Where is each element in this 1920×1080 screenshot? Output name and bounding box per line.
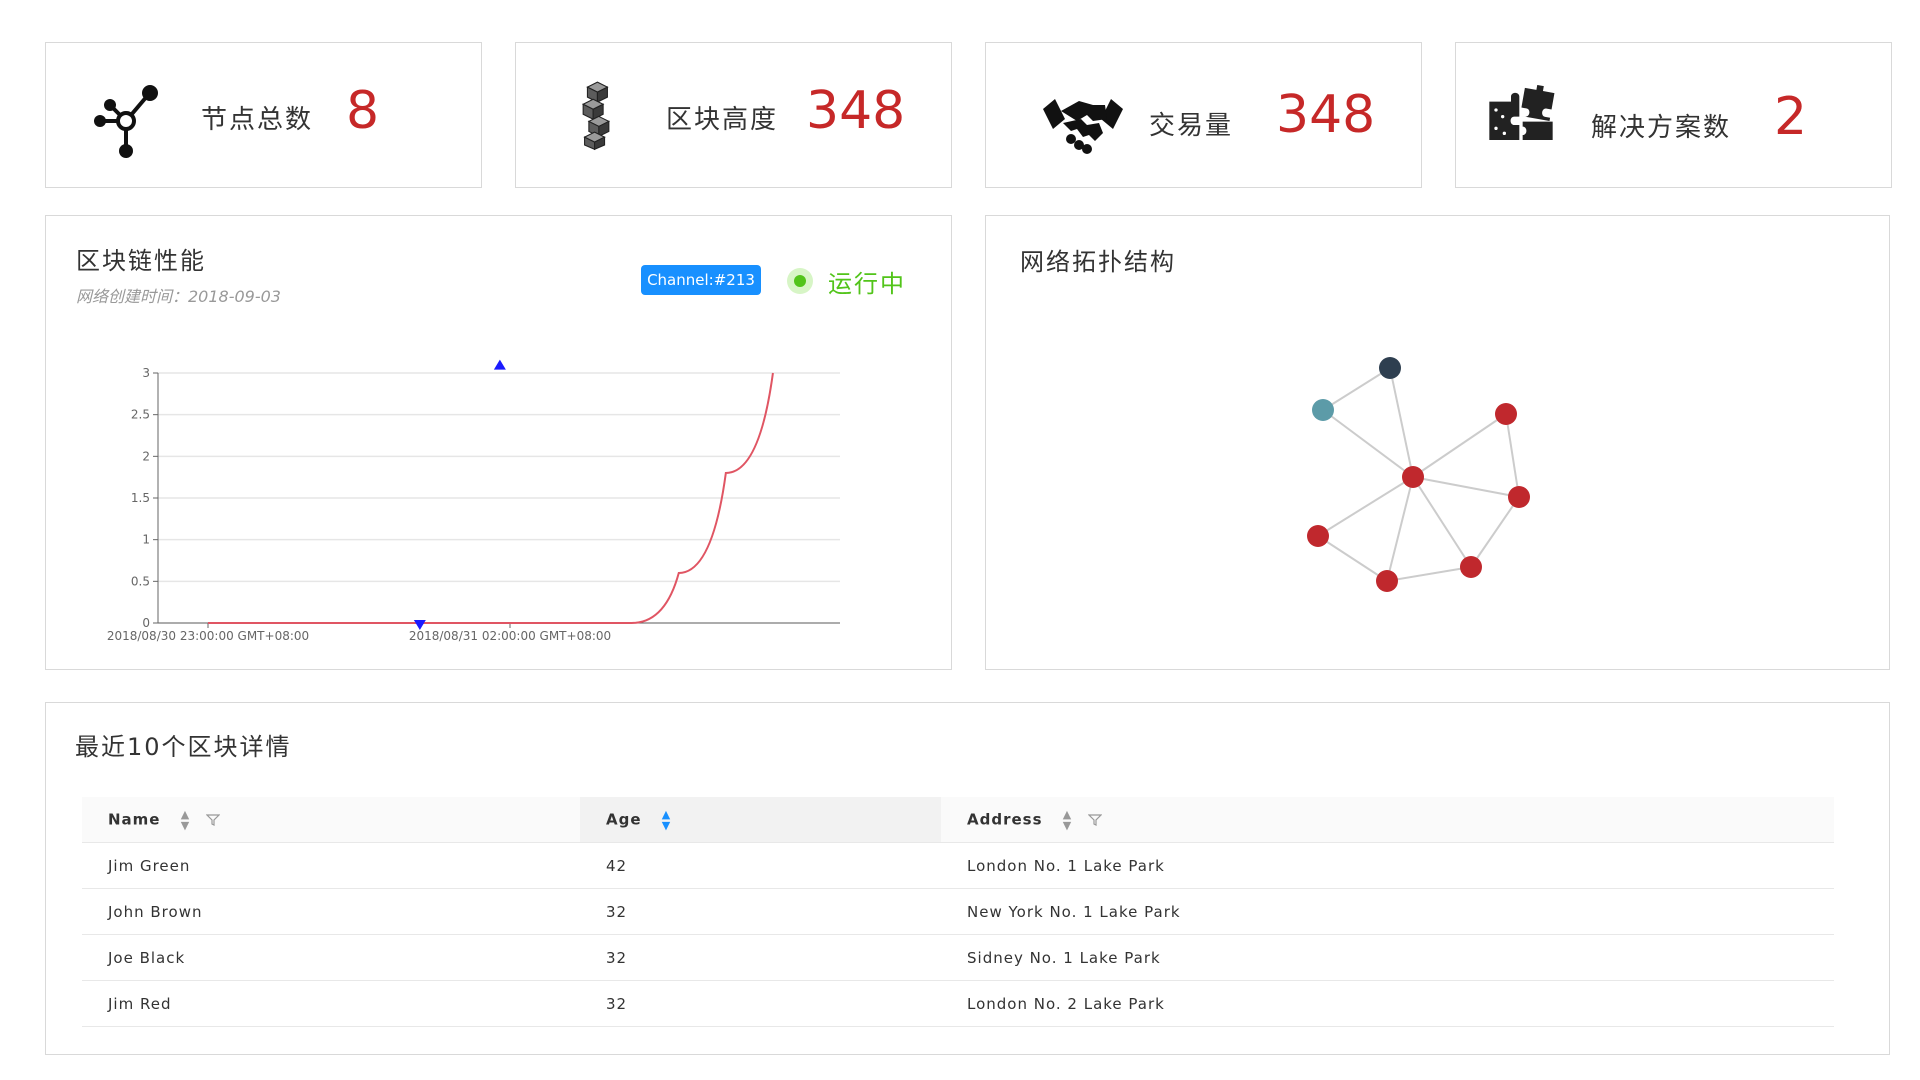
y-tick-label: 3 (142, 366, 150, 380)
stat-card-solutions: 解决方案数 2 (1455, 42, 1892, 188)
table-row[interactable]: Jim Green 42 London No. 1 Lake Park (82, 842, 1834, 889)
y-tick-label: 1 (142, 533, 150, 547)
stat-value: 348 (1276, 85, 1376, 145)
topology-panel (985, 215, 1890, 670)
y-tick-label: 0 (142, 616, 150, 630)
column-header-label: Name (108, 810, 161, 828)
stat-card-block-height: 区块高度 348 (515, 42, 952, 188)
cell-name: John Brown (82, 888, 580, 935)
sort-icon[interactable]: ▲ ▼ (662, 809, 671, 831)
cell-age: 32 (580, 934, 941, 981)
puzzle-icon (1489, 85, 1555, 140)
stat-label: 交易量 (1149, 111, 1234, 141)
y-tick-label: 2 (142, 449, 150, 463)
table-row[interactable]: Joe Black 32 Sidney No. 1 Lake Park (82, 934, 1834, 981)
column-header-name[interactable]: Name ▲ ▼ (82, 797, 580, 843)
column-header-label: Address (967, 810, 1043, 828)
stat-card-node-count: 节点总数 8 (45, 42, 482, 188)
y-tick-label: 0.5 (131, 574, 150, 588)
performance-title: 区块链性能 (76, 247, 206, 275)
x-tick-label: 2018/08/30 23:00:00 GMT+08:00 (107, 629, 309, 643)
stat-value: 348 (806, 81, 906, 141)
network-nodes-icon (94, 85, 158, 158)
sort-icon[interactable]: ▲ ▼ (1063, 809, 1072, 831)
x-tick-label: 2018/08/31 02:00:00 GMT+08:00 (409, 629, 611, 643)
performance-chart: 0 0.5 1 1.5 2 2.5 3 2018/08/30 23:00:00 GMT+08:… (107, 359, 840, 643)
column-header-address[interactable]: Address ▲ ▼ (941, 797, 1834, 843)
max-marker-icon (493, 359, 506, 370)
y-tick-label: 1.5 (131, 491, 150, 505)
cell-name: Jim Red (82, 980, 580, 1027)
sort-icon[interactable]: ▲ ▼ (181, 809, 190, 831)
stat-label: 区块高度 (666, 105, 779, 135)
column-header-age[interactable]: Age ▲ ▼ (580, 797, 941, 843)
recent-blocks-title: 最近10个区块详情 (75, 733, 292, 761)
cell-age: 42 (580, 842, 941, 889)
y-tick-label: 2.5 (131, 408, 150, 422)
cell-address: London No. 2 Lake Park (941, 980, 1834, 1027)
table-row[interactable]: John Brown 32 New York No. 1 Lake Park (82, 888, 1834, 935)
cell-age: 32 (580, 980, 941, 1027)
stacked-blocks-icon (581, 81, 611, 151)
channel-badge[interactable]: Channel:#213 (641, 265, 761, 295)
filter-icon[interactable] (206, 813, 221, 826)
filter-icon[interactable] (1088, 813, 1103, 826)
stat-value: 2 (1774, 87, 1808, 147)
cell-age: 32 (580, 888, 941, 935)
stat-value: 8 (346, 81, 380, 141)
status-text: 运行中 (828, 270, 906, 298)
stat-label: 节点总数 (201, 105, 314, 135)
cell-address: Sidney No. 1 Lake Park (941, 934, 1834, 981)
recent-blocks-table: Name ▲ ▼ Age ▲ ▼ Address ▲ ▼ Jim Green 42 (82, 797, 1834, 1027)
handshake-icon (1043, 99, 1123, 154)
status-dot-icon (787, 268, 813, 294)
cell-address: New York No. 1 Lake Park (941, 888, 1834, 935)
stat-card-transactions: 交易量 348 (985, 42, 1422, 188)
table-row[interactable]: Jim Red 32 London No. 2 Lake Park (82, 980, 1834, 1027)
cell-address: London No. 1 Lake Park (941, 842, 1834, 889)
column-header-label: Age (606, 810, 642, 828)
network-created-time: 网络创建时间：2018-09-03 (76, 287, 281, 306)
stat-label: 解决方案数 (1591, 113, 1732, 143)
cell-name: Joe Black (82, 934, 580, 981)
cell-name: Jim Green (82, 842, 580, 889)
table-header-row: Name ▲ ▼ Age ▲ ▼ Address ▲ ▼ (82, 797, 1834, 843)
topology-title: 网络拓扑结构 (1020, 248, 1176, 276)
